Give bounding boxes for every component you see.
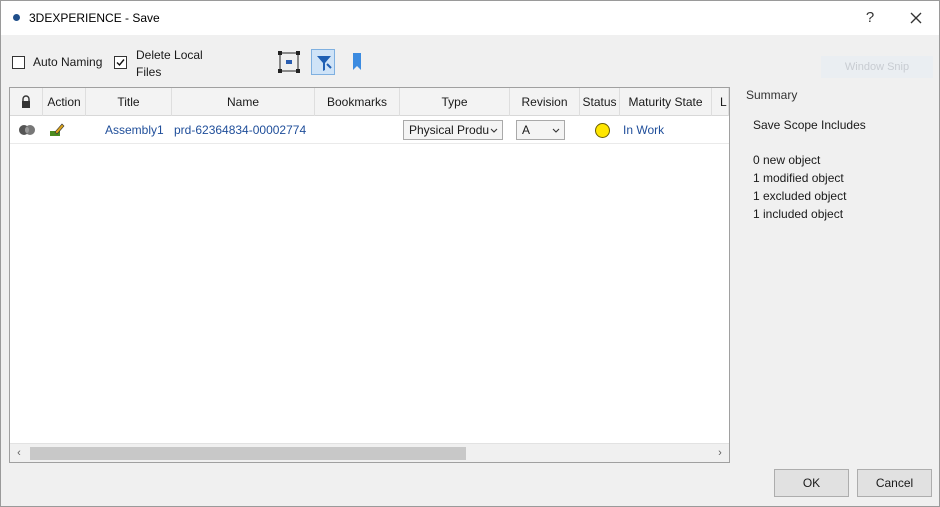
summary-title: Summary: [746, 88, 798, 102]
chevron-down-icon: [490, 128, 498, 133]
funnel-icon: [317, 56, 332, 71]
close-button[interactable]: [903, 7, 929, 29]
lock-icon: [22, 95, 30, 108]
horizontal-scrollbar[interactable]: ‹ ›: [10, 443, 729, 462]
ok-button[interactable]: OK: [774, 469, 849, 497]
row-maturity-state[interactable]: In Work: [623, 116, 708, 144]
scroll-left-icon[interactable]: ‹: [10, 444, 28, 462]
product-icon-cell: [18, 116, 36, 144]
cancel-button[interactable]: Cancel: [857, 469, 932, 497]
column-header-name[interactable]: Name: [172, 88, 315, 116]
filter-button[interactable]: [311, 49, 335, 75]
column-header-revision[interactable]: Revision: [510, 88, 580, 116]
product-icon: [19, 125, 35, 135]
grid-header: Action Title Name Bookmarks Type Revisio…: [10, 88, 729, 116]
column-header-bookmarks[interactable]: Bookmarks: [315, 88, 400, 116]
status-indicator: [595, 123, 610, 138]
summary-panel: Save Scope Includes 0 new object 1 modif…: [743, 105, 931, 315]
column-header-title[interactable]: Title: [86, 88, 172, 116]
summary-heading: Save Scope Includes: [753, 118, 866, 132]
row-bookmarks: [318, 116, 398, 144]
delete-local-files-label-line2: Files: [136, 65, 162, 79]
chevron-down-icon: [552, 128, 560, 133]
window-snip-button[interactable]: Window Snip: [821, 56, 933, 78]
close-icon: [910, 12, 922, 24]
window-title: 3DEXPERIENCE - Save: [29, 11, 160, 25]
edit-action-icon: [50, 123, 65, 136]
app-logo-icon: [13, 14, 20, 21]
row-name[interactable]: prd-62364834-00002774: [174, 116, 314, 144]
column-header-action[interactable]: Action: [43, 88, 86, 116]
scroll-right-icon[interactable]: ›: [711, 444, 729, 462]
summary-line: 1 modified object: [753, 171, 844, 185]
action-cell[interactable]: [48, 116, 68, 144]
auto-naming-checkbox[interactable]: [12, 56, 25, 69]
table-row[interactable]: Assembly1 prd-62364834-00002774 Physical…: [10, 116, 729, 144]
summary-line: 1 excluded object: [753, 189, 847, 203]
save-dialog: 3DEXPERIENCE - Save ? Auto Naming Delete…: [0, 0, 940, 507]
scrollbar-thumb[interactable]: [30, 447, 466, 460]
column-header-type[interactable]: Type: [400, 88, 510, 116]
auto-naming-label: Auto Naming: [33, 55, 103, 69]
frame-select-icon: [278, 51, 300, 73]
type-dropdown[interactable]: Physical Produ: [403, 120, 503, 140]
help-button[interactable]: ?: [857, 7, 883, 29]
checkmark-icon: [116, 59, 125, 67]
bookmark-button[interactable]: [345, 49, 369, 75]
column-header-status[interactable]: Status: [580, 88, 620, 116]
summary-line: 1 included object: [753, 207, 844, 221]
column-header-lock[interactable]: [10, 88, 43, 116]
summary-line: 0 new object: [753, 153, 821, 167]
row-title[interactable]: Assembly1: [105, 116, 167, 144]
type-dropdown-value: Physical Produ: [409, 123, 490, 137]
select-scope-button[interactable]: [277, 49, 301, 75]
delete-local-files-checkbox[interactable]: [114, 56, 127, 69]
objects-grid: Action Title Name Bookmarks Type Revisio…: [9, 87, 730, 463]
title-bar: 3DEXPERIENCE - Save ?: [1, 1, 939, 35]
column-header-l[interactable]: L: [712, 88, 729, 116]
column-header-maturity-state[interactable]: Maturity State: [620, 88, 712, 116]
revision-dropdown[interactable]: A: [516, 120, 565, 140]
bookmark-icon: [353, 53, 361, 70]
revision-dropdown-value: A: [522, 123, 531, 137]
delete-local-files-label-line1: Delete Local: [136, 48, 203, 62]
